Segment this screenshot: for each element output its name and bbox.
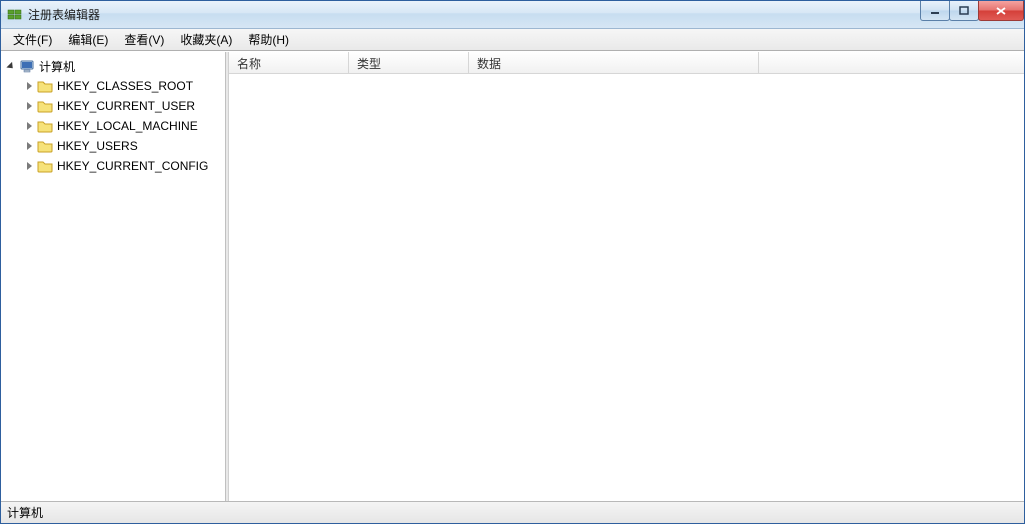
tree-node-label: HKEY_CLASSES_ROOT xyxy=(57,79,193,93)
app-icon xyxy=(7,7,23,23)
content-area: 计算机 HKEY_CLASSES_ROOT HKEY_CURRENT_USE xyxy=(1,51,1024,501)
tree-node-label: 计算机 xyxy=(39,58,75,75)
menu-edit[interactable]: 编辑(E) xyxy=(60,29,116,50)
tree-node-label: HKEY_CURRENT_CONFIG xyxy=(57,159,208,173)
tree-node-label: HKEY_CURRENT_USER xyxy=(57,99,195,113)
expander-icon[interactable] xyxy=(23,140,35,152)
close-icon xyxy=(995,6,1007,16)
tree-node-hklm[interactable]: HKEY_LOCAL_MACHINE xyxy=(19,116,225,136)
app-window: 注册表编辑器 文件(F) 编辑(E) 查看(V) 收藏夹(A) xyxy=(0,0,1025,524)
folder-icon xyxy=(37,98,53,114)
folder-icon xyxy=(37,78,53,94)
window-controls xyxy=(921,1,1024,21)
tree-node-label: HKEY_USERS xyxy=(57,139,138,153)
tree-node-hku[interactable]: HKEY_USERS xyxy=(19,136,225,156)
status-path: 计算机 xyxy=(7,504,43,521)
tree-node-hkcc[interactable]: HKEY_CURRENT_CONFIG xyxy=(19,156,225,176)
list-header: 名称 类型 数据 xyxy=(229,52,1024,74)
menu-file[interactable]: 文件(F) xyxy=(5,29,60,50)
close-button[interactable] xyxy=(978,1,1024,21)
tree-pane[interactable]: 计算机 HKEY_CLASSES_ROOT HKEY_CURRENT_USE xyxy=(1,52,226,501)
expander-icon[interactable] xyxy=(5,60,17,72)
window-title: 注册表编辑器 xyxy=(28,6,100,23)
tree-node-hkcr[interactable]: HKEY_CLASSES_ROOT xyxy=(19,76,225,96)
maximize-icon xyxy=(959,6,969,16)
column-header-type[interactable]: 类型 xyxy=(349,52,469,73)
list-body[interactable] xyxy=(229,74,1024,501)
minimize-icon xyxy=(930,6,940,16)
menu-favorites[interactable]: 收藏夹(A) xyxy=(172,29,240,50)
tree-children: HKEY_CLASSES_ROOT HKEY_CURRENT_USER HKEY… xyxy=(1,76,225,176)
menubar: 文件(F) 编辑(E) 查看(V) 收藏夹(A) 帮助(H) xyxy=(1,29,1024,51)
computer-icon xyxy=(19,58,35,74)
expander-icon[interactable] xyxy=(23,80,35,92)
expander-icon[interactable] xyxy=(23,120,35,132)
tree-node-label: HKEY_LOCAL_MACHINE xyxy=(57,119,198,133)
folder-icon xyxy=(37,158,53,174)
expander-icon[interactable] xyxy=(23,160,35,172)
column-header-data[interactable]: 数据 xyxy=(469,52,759,73)
statusbar: 计算机 xyxy=(1,501,1024,523)
menu-view[interactable]: 查看(V) xyxy=(116,29,172,50)
expander-icon[interactable] xyxy=(23,100,35,112)
tree-node-hkcu[interactable]: HKEY_CURRENT_USER xyxy=(19,96,225,116)
tree-root-computer[interactable]: 计算机 xyxy=(1,56,225,76)
folder-icon xyxy=(37,118,53,134)
column-header-spacer[interactable] xyxy=(759,52,1024,73)
folder-icon xyxy=(37,138,53,154)
menu-help[interactable]: 帮助(H) xyxy=(240,29,297,50)
maximize-button[interactable] xyxy=(949,1,979,21)
titlebar[interactable]: 注册表编辑器 xyxy=(1,1,1024,29)
list-pane: 名称 类型 数据 xyxy=(229,52,1024,501)
column-header-name[interactable]: 名称 xyxy=(229,52,349,73)
minimize-button[interactable] xyxy=(920,1,950,21)
